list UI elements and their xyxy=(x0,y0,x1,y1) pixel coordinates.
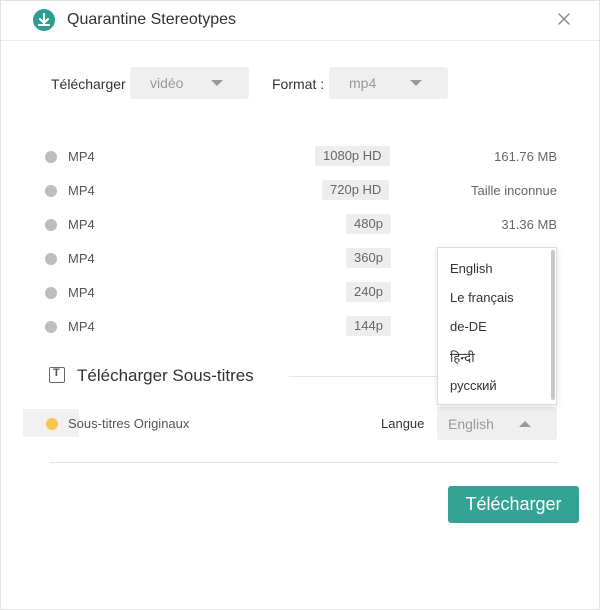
language-label: Langue xyxy=(381,416,425,431)
format-row[interactable]: MP4 1080p HD 161.76 MB xyxy=(45,146,560,168)
format-row[interactable]: MP4 720p HD Taille inconnue xyxy=(45,180,560,202)
quality-badge: 720p HD xyxy=(322,180,390,200)
format-name: MP4 xyxy=(68,251,95,266)
chevron-down-icon xyxy=(211,80,223,86)
language-option[interactable]: हिन्दी xyxy=(450,348,475,366)
quality-badge: 480p xyxy=(346,214,391,234)
format-name: MP4 xyxy=(68,183,95,198)
download-type-label: Télécharger xyxy=(51,76,126,92)
quality-badge: 1080p HD xyxy=(315,146,390,166)
language-dropdown: English Le français de-DE हिन्दी русский xyxy=(437,247,557,405)
format-radio[interactable] xyxy=(45,185,57,197)
download-dialog: Quarantine Stereotypes Télécharger vidéo… xyxy=(0,0,600,610)
download-button[interactable]: Télécharger xyxy=(448,486,579,523)
format-row[interactable]: MP4 480p 31.36 MB xyxy=(45,214,560,236)
download-type-value: vidéo xyxy=(150,75,184,91)
dropdown-scrollbar[interactable] xyxy=(551,250,555,400)
format-name: MP4 xyxy=(68,217,95,232)
original-subtitles-label[interactable]: Sous-titres Originaux xyxy=(68,416,189,431)
format-name: MP4 xyxy=(68,285,95,300)
subtitle-radio[interactable] xyxy=(46,418,58,430)
window-title: Quarantine Stereotypes xyxy=(67,11,236,28)
format-radio[interactable] xyxy=(45,219,57,231)
chevron-down-icon xyxy=(410,80,422,86)
language-option[interactable]: Le français xyxy=(450,290,514,305)
file-size: Taille inconnue xyxy=(470,183,557,198)
footer-divider xyxy=(50,462,558,463)
download-type-select[interactable]: vidéo xyxy=(130,67,249,99)
format-radio[interactable] xyxy=(45,151,57,163)
text-icon: T xyxy=(49,367,65,383)
format-value: mp4 xyxy=(349,75,377,91)
language-option[interactable]: русский xyxy=(450,378,497,393)
file-size: 31.36 MB xyxy=(501,217,557,232)
close-icon[interactable] xyxy=(555,10,573,28)
download-logo-icon xyxy=(33,9,55,31)
language-select[interactable]: English xyxy=(437,407,557,440)
quality-badge: 144p xyxy=(346,316,391,336)
subtitles-heading: Télécharger Sous-titres xyxy=(77,366,254,385)
format-label: Format : xyxy=(272,76,325,92)
language-value: English xyxy=(448,416,494,432)
format-select[interactable]: mp4 xyxy=(329,67,448,99)
language-option[interactable]: de-DE xyxy=(450,319,487,334)
language-option[interactable]: English xyxy=(450,261,493,276)
format-name: MP4 xyxy=(68,319,95,334)
quality-badge: 360p xyxy=(346,248,391,268)
format-name: MP4 xyxy=(68,149,95,164)
format-radio[interactable] xyxy=(45,253,57,265)
format-radio[interactable] xyxy=(45,321,57,333)
quality-badge: 240p xyxy=(346,282,391,302)
format-radio[interactable] xyxy=(45,287,57,299)
file-size: 161.76 MB xyxy=(494,149,557,164)
title-bar: Quarantine Stereotypes xyxy=(1,1,599,41)
chevron-up-icon xyxy=(519,421,531,427)
text-icon-letter: T xyxy=(53,367,60,379)
